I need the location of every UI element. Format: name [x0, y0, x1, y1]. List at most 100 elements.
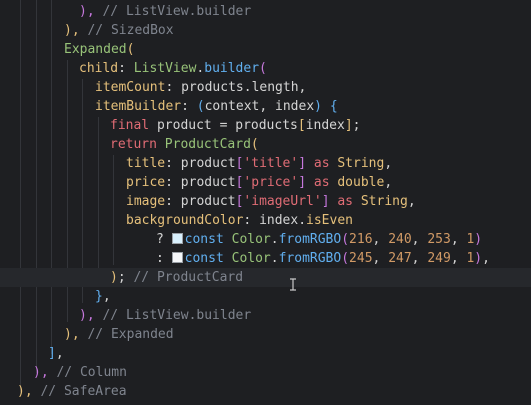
code-line[interactable]: backgroundColor: index.isEven	[126, 211, 353, 230]
code-token: ,	[298, 80, 307, 95]
code-line[interactable]: price: product['price'] as double,	[126, 173, 392, 192]
code-token: String	[337, 156, 385, 171]
code-line[interactable]: ), // Expanded	[64, 325, 174, 344]
code-token: products	[235, 118, 298, 133]
indent-guide	[113, 155, 114, 265]
code-line[interactable]: ), // ListView.builder	[79, 306, 251, 325]
code-token: ),	[64, 327, 88, 342]
code-line[interactable]: child: ListView.builder(	[79, 59, 267, 78]
code-line[interactable]: },	[95, 287, 111, 306]
code-token: backgroundColor	[126, 213, 244, 228]
code-token: ),	[79, 308, 103, 323]
code-token: image	[126, 194, 166, 209]
code-line[interactable]: ? const Color.fromRGBO(216, 240, 253, 1)	[156, 230, 482, 249]
code-line[interactable]: ],	[48, 344, 64, 363]
code-token: ]	[48, 346, 56, 361]
code-token: return	[110, 137, 165, 152]
code-line[interactable]: ), // Column	[33, 363, 127, 382]
code-token: const	[184, 232, 232, 247]
code-token: ,	[259, 99, 276, 114]
code-token: fromRGBO	[278, 251, 342, 266]
code-token: 253	[427, 232, 451, 247]
code-line[interactable]: image: product['imageUrl'] as String,	[126, 192, 416, 211]
code-token: :	[165, 175, 181, 190]
code-token: ),	[79, 4, 103, 19]
color-swatch-icon[interactable]	[171, 233, 183, 244]
code-line[interactable]: ), // SizedBox	[64, 21, 174, 40]
code-token: ,	[55, 346, 64, 361]
code-token: 249	[427, 251, 451, 266]
code-line-active[interactable]: ); // ProductCard	[0, 268, 531, 287]
code-token: index	[305, 118, 345, 133]
code-token: .	[270, 251, 279, 266]
code-token: )	[110, 270, 118, 285]
color-swatch-icon[interactable]	[171, 252, 183, 263]
code-token: ,	[384, 175, 393, 190]
code-token: (	[341, 232, 350, 247]
code-editor[interactable]: ), // ListView.builder ), // SizedBox Ex…	[0, 0, 531, 405]
code-token: ,	[482, 251, 490, 266]
code-line[interactable]: itemBuilder: (context, index) {	[95, 97, 338, 116]
code-token: itemCount	[95, 80, 166, 95]
code-token: child	[79, 61, 119, 76]
code-token: =	[211, 118, 236, 133]
code-token: 'imageUrl'	[243, 194, 322, 209]
code-token: ListView	[133, 61, 197, 76]
code-token: ,	[411, 232, 428, 247]
text-cursor-icon	[290, 278, 296, 291]
code-line[interactable]: return ProductCard(	[110, 135, 259, 154]
code-token: :	[243, 213, 260, 228]
code-token: ,	[372, 251, 389, 266]
code-token: ]	[298, 175, 307, 190]
code-line[interactable]: final product = products[index];	[110, 116, 361, 135]
code-token: (	[250, 137, 259, 152]
code-token: as	[329, 194, 361, 209]
code-token: // SafeArea	[40, 384, 127, 399]
code-token: ,	[102, 289, 111, 304]
code-token: :	[118, 61, 134, 76]
code-token: builder	[204, 61, 260, 76]
code-token: )	[474, 251, 483, 266]
code-token: products	[181, 80, 244, 95]
indent-guide	[36, 0, 37, 373]
code-token: ,	[372, 232, 389, 247]
code-token: length	[251, 80, 299, 95]
code-token: final	[110, 118, 157, 133]
code-token: )	[314, 99, 330, 114]
code-token: context	[204, 99, 260, 114]
code-token: ]	[298, 156, 307, 171]
code-token: :	[181, 99, 197, 114]
code-token: // ListView.builder	[102, 308, 252, 323]
indent-guide	[20, 0, 21, 392]
code-line[interactable]: ), // SafeArea	[17, 382, 127, 401]
code-token: :	[165, 80, 182, 95]
code-token: (	[341, 251, 350, 266]
code-line[interactable]: ), // ListView.builder	[79, 2, 251, 21]
code-line[interactable]: : const Color.fromRGBO(245, 247, 249, 1)…	[156, 249, 490, 268]
code-token: .	[270, 232, 279, 247]
code-line[interactable]: title: product['title'] as String,	[126, 154, 392, 173]
code-token: ),	[17, 384, 41, 399]
code-token: product	[180, 194, 236, 209]
code-token: .	[243, 80, 252, 95]
indent-guide	[51, 0, 52, 354]
code-line[interactable]: itemCount: products.length,	[95, 78, 306, 97]
code-token: ?	[156, 232, 172, 247]
code-token: 'price'	[243, 175, 299, 190]
code-token: product	[180, 175, 236, 190]
code-token: ,	[384, 156, 393, 171]
code-line[interactable]: Expanded(	[64, 40, 134, 59]
code-token: ;	[117, 270, 134, 285]
code-token: ]	[321, 194, 330, 209]
code-token: ,	[450, 251, 467, 266]
code-token: ;	[352, 118, 361, 133]
code-token: )	[474, 232, 483, 247]
code-token: :	[165, 156, 181, 171]
code-token: }	[95, 289, 103, 304]
code-token: ,	[411, 251, 428, 266]
code-token: title	[126, 156, 166, 171]
code-token: index	[259, 213, 299, 228]
code-token: double	[337, 175, 385, 190]
code-token: ),	[33, 365, 57, 380]
code-token: const	[184, 251, 232, 266]
